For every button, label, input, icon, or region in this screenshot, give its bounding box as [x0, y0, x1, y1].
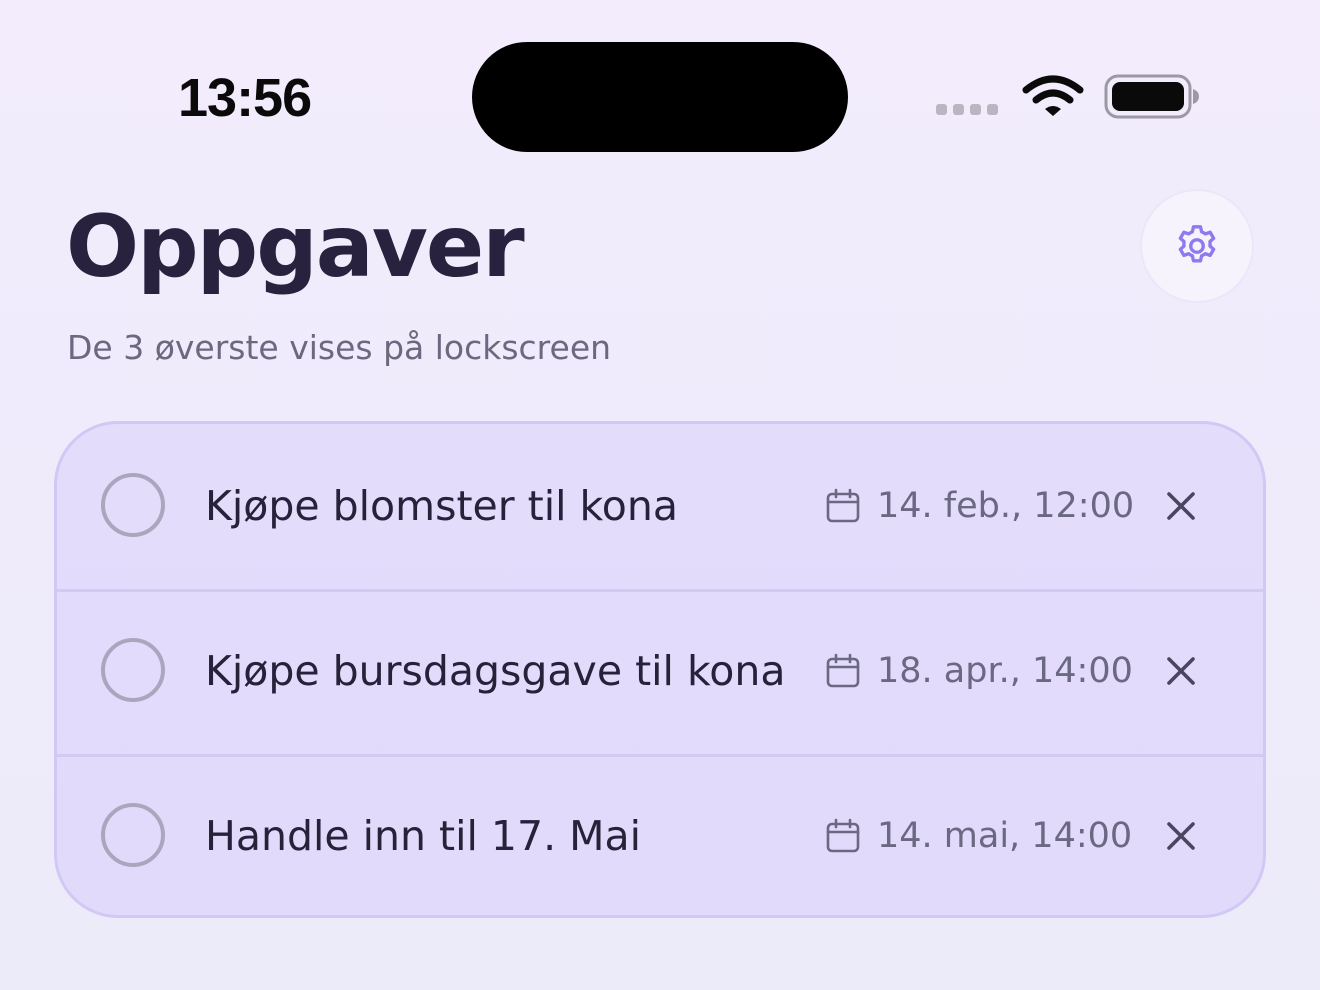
calendar-icon — [826, 818, 860, 853]
close-icon — [1167, 822, 1195, 850]
settings-button[interactable] — [1140, 189, 1254, 303]
delete-task-button[interactable] — [1161, 651, 1201, 691]
task-due-date: 14. feb., 12:00 — [877, 486, 1135, 526]
calendar-icon — [826, 653, 860, 688]
delete-task-button[interactable] — [1161, 486, 1201, 526]
delete-task-button[interactable] — [1161, 816, 1201, 856]
status-bar: 13:56 — [0, 0, 1320, 190]
task-row[interactable]: Kjøpe bursdagsgave til kona 18. apr., 14… — [57, 589, 1263, 754]
task-checkbox[interactable] — [101, 473, 165, 537]
task-due-date: 18. apr., 14:00 — [877, 651, 1133, 691]
task-checkbox[interactable] — [101, 803, 165, 867]
close-icon — [1167, 492, 1195, 520]
page-subtitle: De 3 øverste vises på lockscreen — [67, 328, 612, 367]
task-due-date: 14. mai, 14:00 — [877, 816, 1133, 856]
task-row[interactable]: Kjøpe blomster til kona 14. feb., 12:00 — [57, 424, 1263, 589]
gear-icon — [1178, 225, 1216, 263]
task-list: Kjøpe blomster til kona 14. feb., 12:00 … — [54, 421, 1266, 918]
task-title: Handle inn til 17. Mai — [205, 812, 642, 860]
task-row[interactable]: Handle inn til 17. Mai 14. mai, 14:00 — [57, 754, 1263, 915]
wifi-icon — [1022, 75, 1084, 116]
calendar-icon — [826, 488, 860, 523]
page-title: Oppgaver — [66, 197, 525, 297]
status-time: 13:56 — [178, 68, 312, 128]
dynamic-island — [472, 42, 848, 152]
battery-icon — [1104, 74, 1199, 119]
task-title: Kjøpe blomster til kona — [205, 482, 679, 530]
task-title: Kjøpe bursdagsgave til kona — [205, 647, 786, 695]
task-checkbox[interactable] — [101, 638, 165, 702]
close-icon — [1167, 657, 1195, 685]
signal-bars-icon — [936, 104, 998, 115]
